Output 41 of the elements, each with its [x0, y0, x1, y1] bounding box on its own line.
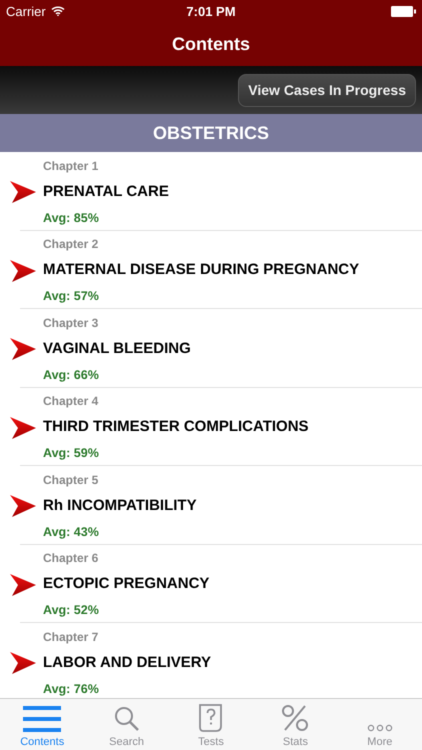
chapter-number: Chapter 2: [43, 236, 100, 254]
arrow-icon: [10, 260, 36, 282]
more-icon: [366, 724, 393, 732]
average-score: Avg: 59%: [43, 445, 100, 462]
search-icon: [114, 706, 140, 732]
menu-icon: [23, 706, 62, 732]
chapter-number: Chapter 6: [43, 550, 100, 568]
nav-title: Contents: [172, 34, 250, 54]
chapter-number: Chapter 1: [43, 158, 100, 175]
arrow-icon: [10, 495, 36, 517]
average-score: Avg: 66%: [43, 366, 100, 384]
average-score: Avg: 43%: [43, 524, 100, 541]
section-title: OBSTETRICS: [152, 122, 269, 144]
chapter-title[interactable]: Rh INCOMPATIBILITY: [43, 488, 197, 523]
chapter-title[interactable]: VAGINAL BLEEDING: [43, 332, 191, 366]
arrow-icon: [10, 338, 36, 360]
battery-icon: [390, 6, 416, 16]
chapter-number: Chapter 3: [43, 314, 100, 332]
arrow-icon: [10, 181, 36, 203]
arrow-icon: [10, 416, 36, 438]
chapter-title[interactable]: PRENATAL CARE: [43, 174, 169, 209]
percent-icon: [281, 704, 310, 732]
status-time: 7:01 PM: [186, 4, 236, 18]
chapter-number: Chapter 7: [43, 628, 100, 646]
chapter-number: Chapter 5: [43, 472, 100, 489]
average-score: Avg: 52%: [43, 602, 100, 620]
chapter-title[interactable]: MATERNAL DISEASE DURING PREGNANCY: [43, 253, 360, 288]
arrow-icon: [10, 652, 36, 674]
average-score: Avg: 57%: [43, 288, 100, 306]
chapter-title[interactable]: THIRD TRIMESTER COMPLICATIONS: [43, 410, 309, 444]
chapter-number: Chapter 4: [43, 393, 100, 410]
chapter-title[interactable]: LABOR AND DELIVERY: [43, 646, 212, 680]
question-page-icon: [198, 704, 224, 732]
arrow-icon: [10, 574, 36, 596]
chapter-title[interactable]: ECTOPIC PREGNANCY: [43, 567, 210, 602]
tab[interactable]: Contents: [0, 699, 84, 750]
average-score: Avg: 76%: [43, 680, 100, 698]
wifi-icon: [50, 6, 65, 16]
average-score: Avg: 85%: [43, 210, 100, 227]
carrier-label: Carrier: [6, 4, 46, 18]
view-cases-button[interactable]: View Cases In Progress: [238, 74, 416, 106]
